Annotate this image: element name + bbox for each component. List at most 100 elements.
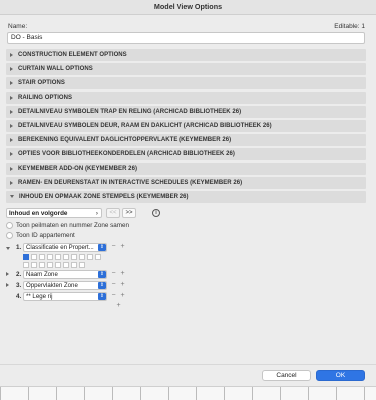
row-number: 1.	[16, 244, 22, 251]
section-header[interactable]: KEYMEMBER ADD-ON (KEYMEMBER 26)	[6, 162, 366, 175]
checkbox[interactable]	[63, 254, 69, 260]
section-label: KEYMEMBER ADD-ON (KEYMEMBER 26)	[18, 165, 138, 172]
row-number: 2.	[16, 271, 22, 278]
section-header[interactable]: RAILING OPTIONS	[6, 91, 366, 104]
radio-label: Toon peilmaten en nummer Zone samen	[16, 222, 130, 229]
section-header[interactable]: CURTAIN WALL OPTIONS	[6, 63, 366, 76]
field-select[interactable]: Naam Zone ⇕	[23, 270, 107, 279]
field-select-value: ** Lege rij	[26, 293, 53, 300]
window-title: Model View Options	[0, 0, 376, 15]
chevron-right-icon: ›	[95, 210, 98, 217]
section-header[interactable]: RAMEN- EN DEURENSTAAT IN INTERACTIVE SCH…	[6, 176, 366, 189]
checkbox[interactable]	[23, 254, 29, 260]
name-label: Name:	[8, 22, 28, 30]
radio-label: Toon ID appartement	[16, 232, 75, 239]
footer-divider	[0, 364, 376, 365]
page-select-value: Inhoud en volgorde	[9, 210, 68, 217]
remove-row-button[interactable]: −	[110, 270, 117, 278]
chevron-updown-icon: ⇕	[98, 244, 106, 251]
zone-row-4: 4. ** Lege rij ⇕ − +	[6, 292, 136, 302]
checkbox[interactable]	[71, 262, 77, 268]
checkbox[interactable]	[79, 254, 85, 260]
radio-option-2[interactable]: Toon ID appartement	[6, 232, 75, 239]
section-header[interactable]: DETAILNIVEAU SYMBOLEN DEUR, RAAM EN DAKL…	[6, 119, 366, 132]
checkbox[interactable]	[95, 254, 101, 260]
section-label: INHOUD EN OPMAAK ZONE STEMPELS (KEYMEMBE…	[19, 193, 189, 200]
section-label: DETAILNIVEAU SYMBOLEN TRAP EN RELING (AR…	[18, 108, 242, 115]
section-label: STAIR OPTIONS	[18, 80, 65, 87]
field-select-value: Naam Zone	[26, 271, 58, 278]
section-header[interactable]: INHOUD EN OPMAAK ZONE STEMPELS (KEYMEMBE…	[6, 190, 366, 203]
add-row-button[interactable]: +	[115, 302, 122, 310]
name-input[interactable]: DO - Basis	[7, 32, 365, 44]
section-label: OPTIES VOOR BIBLIOTHEEKONDERDELEN (ARCHI…	[18, 151, 235, 158]
chevron-updown-icon: ⇕	[98, 293, 106, 300]
disclosure-closed-icon[interactable]	[6, 272, 9, 276]
zone-row-3: 3. Oppervlakten Zone ⇕ − +	[6, 281, 136, 291]
page-select[interactable]: Inhoud en volgorde ›	[6, 208, 102, 218]
add-row-button[interactable]: +	[119, 270, 126, 278]
row-number: 3.	[16, 282, 22, 289]
triangle-right-icon	[10, 109, 13, 114]
disclosure-closed-icon[interactable]	[6, 283, 9, 287]
remove-row-button[interactable]: −	[110, 292, 117, 300]
info-circle-icon[interactable]: i	[152, 209, 160, 217]
checkbox[interactable]	[39, 254, 45, 260]
model-view-options-dialog: Model View Options Name: Editable: 1 DO …	[0, 0, 376, 400]
add-row-button[interactable]: +	[119, 281, 126, 289]
section-header[interactable]: BEREKENING EQUIVALENT DAGLICHTOPPERVLAKT…	[6, 134, 366, 147]
section-label: BEREKENING EQUIVALENT DAGLICHTOPPERVLAKT…	[18, 137, 232, 144]
checkbox[interactable]	[87, 254, 93, 260]
remove-row-button[interactable]: −	[110, 281, 117, 289]
checkbox[interactable]	[47, 262, 53, 268]
checkbox[interactable]	[63, 262, 69, 268]
checkbox[interactable]	[55, 254, 61, 260]
field-select[interactable]: ** Lege rij ⇕	[23, 292, 107, 301]
zone-row-2: 2. Naam Zone ⇕ − +	[6, 270, 136, 280]
radio-button[interactable]	[6, 232, 13, 239]
triangle-right-icon	[10, 138, 13, 143]
prev-page-button[interactable]: <<	[106, 208, 120, 218]
section-label: RAILING OPTIONS	[18, 94, 73, 101]
triangle-right-icon	[10, 81, 13, 86]
section-header[interactable]: CONSTRUCTION ELEMENT OPTIONS	[6, 49, 366, 61]
section-header[interactable]: OPTIES VOOR BIBLIOTHEEKONDERDELEN (ARCHI…	[6, 148, 366, 161]
checkbox[interactable]	[79, 262, 85, 268]
checkbox[interactable]	[39, 262, 45, 268]
triangle-down-icon	[10, 195, 14, 199]
field-select-value: Oppervlakten Zone	[26, 282, 78, 289]
field-select-value: Classificatie en Propert...	[26, 244, 94, 251]
options-sections: CONSTRUCTION ELEMENT OPTIONS CURTAIN WALL…	[6, 49, 366, 205]
add-row-button[interactable]: +	[119, 292, 126, 300]
disclosure-open-icon[interactable]	[6, 246, 10, 250]
chevron-updown-icon: ⇕	[98, 282, 106, 289]
editable-label: Editable: 1	[334, 22, 365, 30]
checkbox[interactable]	[71, 254, 77, 260]
checkbox[interactable]	[23, 262, 29, 268]
checkbox[interactable]	[31, 262, 37, 268]
radio-option-1[interactable]: Toon peilmaten en nummer Zone samen	[6, 222, 129, 229]
remove-row-button[interactable]: −	[110, 243, 117, 251]
section-label: CURTAIN WALL OPTIONS	[18, 66, 93, 73]
add-row-button[interactable]: +	[119, 243, 126, 251]
triangle-right-icon	[10, 152, 13, 157]
background-application-strip	[0, 386, 376, 400]
triangle-right-icon	[10, 95, 13, 100]
radio-button[interactable]	[6, 222, 13, 229]
ok-button[interactable]: OK	[316, 370, 365, 381]
field-select[interactable]: Classificatie en Propert... ⇕	[23, 243, 107, 252]
checkbox[interactable]	[47, 254, 53, 260]
zone-row-1: 1. Classificatie en Propert... ⇕ − +	[6, 243, 136, 253]
name-row: Name: Editable: 1	[8, 21, 365, 31]
section-header[interactable]: STAIR OPTIONS	[6, 77, 366, 90]
cancel-button[interactable]: Cancel	[262, 370, 311, 381]
row-number: 4.	[16, 293, 22, 300]
triangle-right-icon	[10, 53, 13, 57]
checkbox[interactable]	[55, 262, 61, 268]
section-label: DETAILNIVEAU SYMBOLEN DEUR, RAAM EN DAKL…	[18, 122, 272, 129]
next-page-button[interactable]: >>	[122, 208, 136, 218]
field-select[interactable]: Oppervlakten Zone ⇕	[23, 281, 107, 290]
section-header[interactable]: DETAILNIVEAU SYMBOLEN TRAP EN RELING (AR…	[6, 105, 366, 118]
triangle-right-icon	[10, 166, 13, 171]
checkbox[interactable]	[31, 254, 37, 260]
